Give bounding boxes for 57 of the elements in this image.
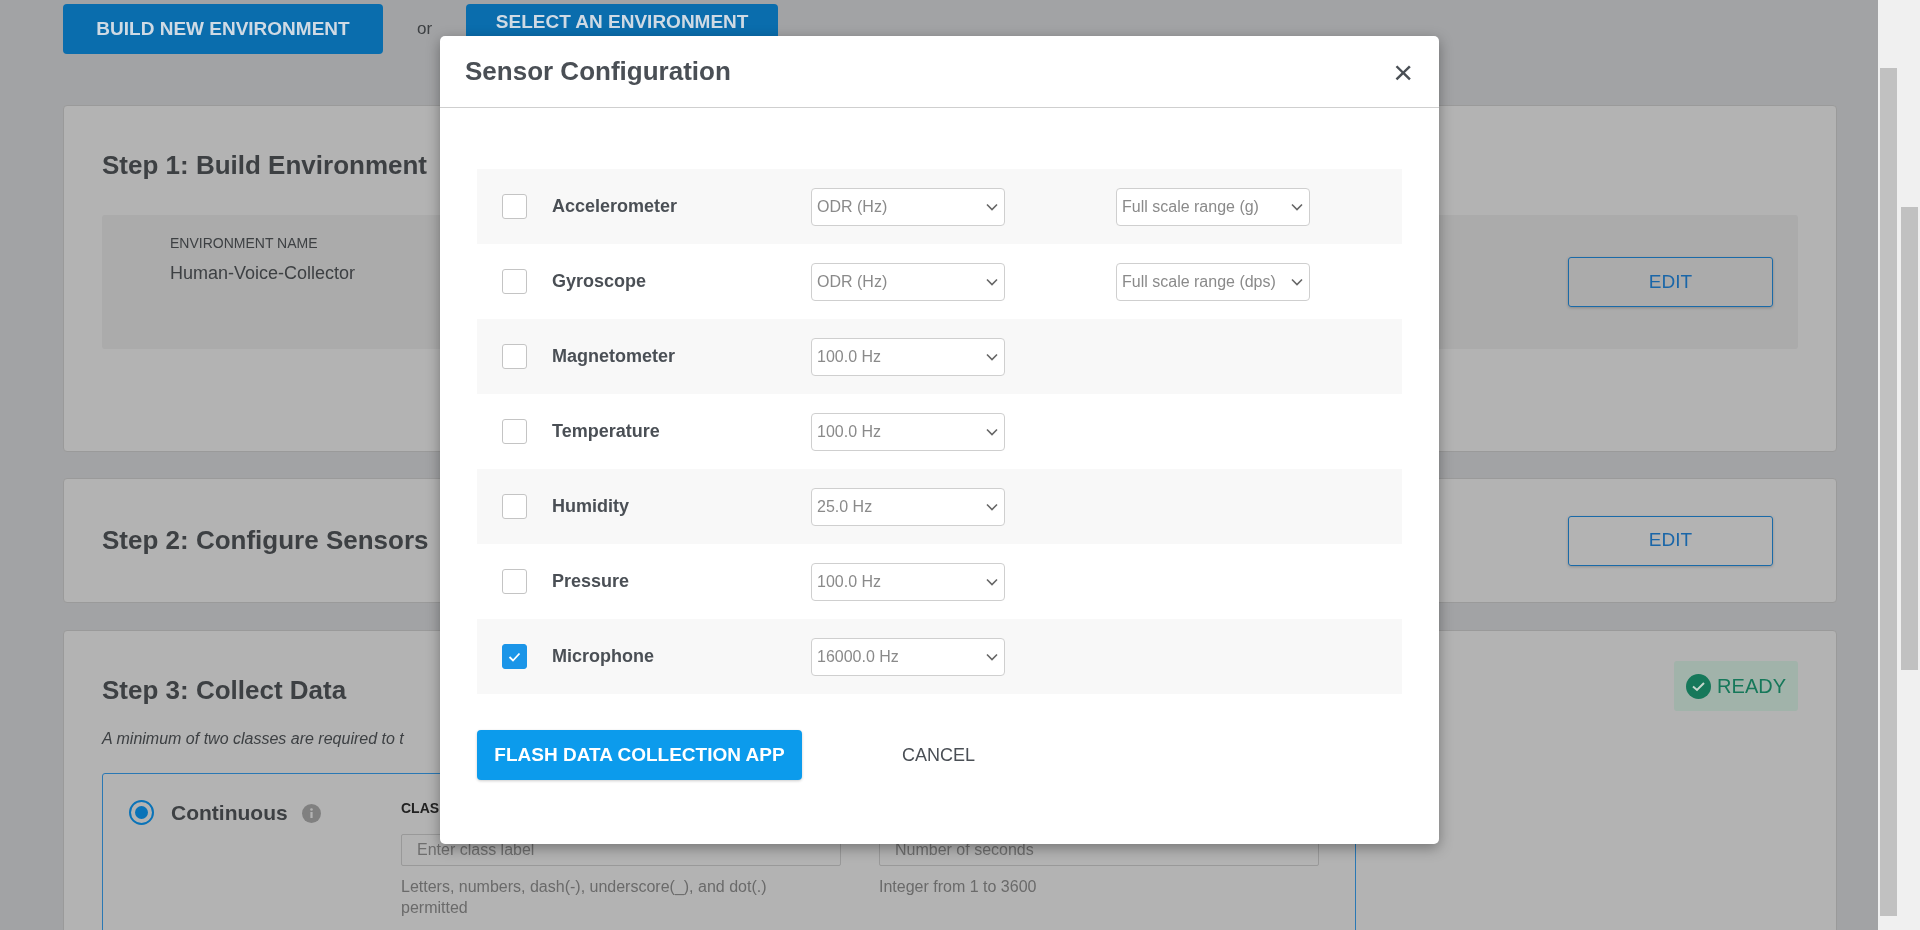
sensor-checkbox[interactable] xyxy=(502,344,527,369)
build-environment-button[interactable]: BUILD NEW ENVIRONMENT xyxy=(63,4,383,54)
seconds-hint: Integer from 1 to 3600 xyxy=(879,877,1037,897)
edit-button[interactable]: EDIT xyxy=(1568,515,1773,566)
or-text: or xyxy=(417,18,433,41)
scrollbar[interactable] xyxy=(1899,0,1920,930)
field-label: ENVIRONMENT NAME xyxy=(170,234,319,253)
range-select[interactable]: Full scale range (g) xyxy=(1116,187,1310,226)
rate-select[interactable]: 100.0 Hz xyxy=(811,337,1005,376)
rate-select[interactable]: ODR (Hz) xyxy=(811,187,1005,226)
step-title: Step 2: Configure Sensors xyxy=(102,524,429,557)
info-icon xyxy=(301,804,321,823)
mode-radio[interactable] xyxy=(129,800,154,825)
class-label: CLAS xyxy=(401,800,440,816)
rate-select[interactable]: ODR (Hz) xyxy=(811,262,1005,301)
step-title: Step 1: Build Environment xyxy=(102,149,428,182)
chevron-down-icon xyxy=(986,202,998,211)
sensor-label: Accelerometer xyxy=(552,195,679,218)
sensor-label: Microphone xyxy=(552,645,655,668)
range-select[interactable]: Full scale range (dps) xyxy=(1116,262,1310,301)
chevron-down-icon xyxy=(1291,202,1303,211)
chevron-down-icon xyxy=(986,277,998,286)
dialog-title: Sensor Configuration xyxy=(465,55,731,88)
sensor-checkbox[interactable] xyxy=(502,569,527,594)
chevron-down-icon xyxy=(986,427,998,436)
sensor-checkbox[interactable] xyxy=(502,269,527,294)
sensor-label: Pressure xyxy=(552,570,631,593)
flash-app-button[interactable]: FLASH DATA COLLECTION APP xyxy=(477,730,802,780)
chevron-down-icon xyxy=(986,577,998,586)
chevron-down-icon xyxy=(986,352,998,361)
cancel-button[interactable]: CANCEL xyxy=(882,730,996,780)
sensor-checkbox[interactable] xyxy=(502,419,527,444)
sensor-label: Humidity xyxy=(552,495,630,518)
sensor-label: Magnetometer xyxy=(552,345,677,368)
step-title: Step 3: Collect Data xyxy=(102,674,347,707)
sensor-checkbox[interactable] xyxy=(502,644,527,669)
class-hint: Letters, numbers, dash(-), underscore(_), and dot(.) permitted xyxy=(401,877,768,918)
check-circle-icon xyxy=(1686,673,1712,699)
ready-badge: READY xyxy=(1674,661,1798,711)
sensor-checkbox[interactable] xyxy=(502,494,527,519)
scrollbar[interactable] xyxy=(1878,0,1899,930)
rate-select[interactable]: 16000.0 Hz xyxy=(811,637,1005,676)
rate-select[interactable]: 25.0 Hz xyxy=(811,487,1005,526)
chevron-down-icon xyxy=(986,652,998,661)
rate-select[interactable]: 100.0 Hz xyxy=(811,562,1005,601)
environment-name: Human-Voice-Collector xyxy=(170,262,356,285)
mode-label: Continuous xyxy=(171,800,288,825)
requirement-note: A minimum of two classes are required to t xyxy=(102,729,404,749)
checkmark-icon xyxy=(508,651,521,662)
chevron-down-icon xyxy=(986,502,998,511)
edit-button[interactable]: EDIT xyxy=(1568,257,1773,307)
chevron-down-icon xyxy=(1291,277,1303,286)
sensor-label: Gyroscope xyxy=(552,270,648,293)
rate-select[interactable]: 100.0 Hz xyxy=(811,412,1005,451)
sensor-checkbox[interactable] xyxy=(502,194,527,219)
sensor-label: Temperature xyxy=(552,420,661,443)
close-button[interactable]: × xyxy=(1393,54,1413,89)
